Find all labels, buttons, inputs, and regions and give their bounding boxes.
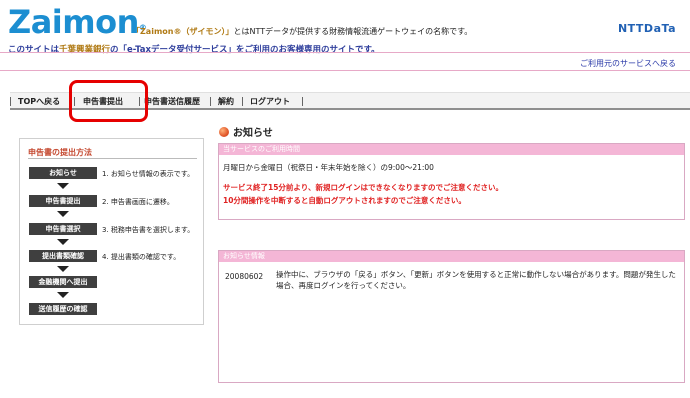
nav-cancel-contract[interactable]: 解約 <box>218 93 234 109</box>
arrow-down-icon <box>57 211 69 217</box>
nav-separator <box>210 97 211 106</box>
step-desc: 1. お知らせ情報の表示です。 <box>102 170 195 178</box>
nav-logout[interactable]: ログアウト <box>250 93 290 109</box>
header-tagline: 「Zaimon®（ザイモン）」とはNTTデータが提供する財務情報流通ゲートウェイ… <box>132 27 473 36</box>
nav-separator <box>242 97 243 106</box>
step-desc: 2. 申告書画面に遷移。 <box>102 198 174 206</box>
highlight-annotation <box>69 80 148 122</box>
header-divider-bottom <box>0 70 690 71</box>
step-desc: 3. 税務申告書を選択します。 <box>102 226 195 234</box>
service-hours-title: 当サービスのご利用時間 <box>219 144 684 155</box>
step-notice: お知らせ <box>29 167 97 179</box>
news-panel: お知らせ情報 20080602 操作中に、ブラウザの「戻る」ボタン、「更新」ボタ… <box>218 250 685 383</box>
arrow-down-icon <box>57 292 69 298</box>
notice-heading: お知らせ <box>219 124 273 139</box>
step-desc: 4. 提出書類の確認です。 <box>102 253 181 261</box>
step-send-to-bank: 金融機関へ提出 <box>29 276 97 288</box>
news-date: 20080602 <box>225 272 264 281</box>
nttdata-logo: NTTDaTa <box>617 22 676 35</box>
step-select: 申告書選択 <box>29 223 97 235</box>
nav-submission-history[interactable]: 申告書送信履歴 <box>144 93 200 109</box>
nav-top[interactable]: TOPへ戻る <box>18 93 60 109</box>
news-text: 操作中に、ブラウザの「戻る」ボタン、「更新」ボタンを使用すると正常に動作しない場… <box>276 270 676 290</box>
nav-separator <box>302 97 303 106</box>
warning-auto-logout: 10分間操作を中断すると自動ログアウトされますのでご注意ください。 <box>223 196 466 205</box>
step-confirm: 提出書類確認 <box>29 250 97 262</box>
arrow-down-icon <box>57 266 69 272</box>
arrow-down-icon <box>57 183 69 189</box>
step-history-check: 送信履歴の確認 <box>29 303 97 315</box>
arrow-down-icon <box>57 239 69 245</box>
news-title: お知らせ情報 <box>219 251 684 262</box>
site-description: このサイトは千葉興業銀行の「e-Taxデータ受付サービス」をご利用のお客様専用の… <box>8 45 380 55</box>
step-submit: 申告書提出 <box>29 195 97 207</box>
steps-title-rule <box>28 158 197 159</box>
steps-title: 申告書の提出方法 <box>28 148 92 157</box>
bullet-icon <box>219 126 229 137</box>
zaimon-logo: Zaimon® <box>8 3 147 41</box>
warning-login-cutoff: サービス終了15分前より、新規ログインはできなくなりますのでご注意ください。 <box>223 183 503 192</box>
nav-separator <box>10 97 11 106</box>
return-to-service-link[interactable]: ご利用元のサービスへ戻る <box>580 58 676 69</box>
service-hours-panel: 当サービスのご利用時間 月曜日から金曜日（祝祭日・年末年始を除く）の9:00～2… <box>218 143 685 220</box>
service-hours-text: 月曜日から金曜日（祝祭日・年末年始を除く）の9:00～21:00 <box>223 163 434 172</box>
submission-steps-panel: 申告書の提出方法 お知らせ 1. お知らせ情報の表示です。 申告書提出 2. 申… <box>19 138 204 325</box>
header-divider <box>0 52 690 53</box>
